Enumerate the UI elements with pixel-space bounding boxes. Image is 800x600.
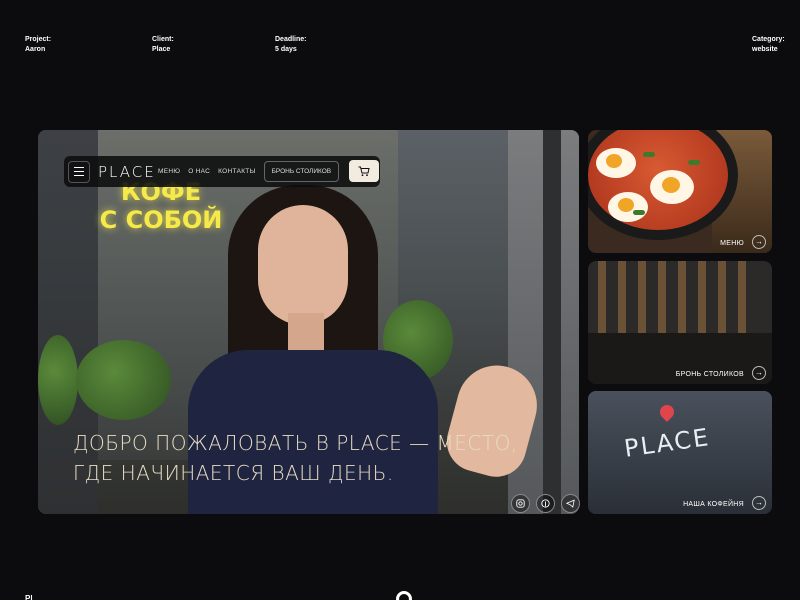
instagram-icon[interactable] xyxy=(511,494,530,513)
cart-icon[interactable] xyxy=(349,160,379,182)
wall-slat xyxy=(678,261,686,341)
book-table-button[interactable]: БРОНЬ СТОЛИКОВ xyxy=(263,161,340,182)
wall-slat xyxy=(718,261,726,341)
meta-deadline-value: 5 days xyxy=(275,45,297,53)
top-nav: PLACE МЕНЮ О НАС КОНТАКТЫ БРОНЬ СТОЛИКОВ xyxy=(64,156,380,187)
meta-category-value: website xyxy=(752,45,778,53)
nav-link-about[interactable]: О НАС xyxy=(188,168,210,175)
card-booking[interactable]: БРОНЬ СТОЛИКОВ → xyxy=(588,261,772,384)
herb xyxy=(633,210,645,215)
footer-circle-icon xyxy=(396,591,412,600)
herb xyxy=(688,160,700,165)
meta-category: Category: website xyxy=(752,35,785,54)
wall-slat xyxy=(698,261,706,341)
person-neck xyxy=(288,313,324,353)
footer-text: Pl xyxy=(25,594,33,600)
pinterest-icon[interactable] xyxy=(536,494,555,513)
telegram-icon[interactable] xyxy=(561,494,580,513)
wall-slat xyxy=(738,261,746,341)
card-booking-label: БРОНЬ СТОЛИКОВ xyxy=(675,371,744,378)
meta-client-label: Client: xyxy=(152,36,174,43)
wall-slat xyxy=(598,261,606,341)
meta-project-label: Project: xyxy=(25,36,52,43)
hero-plant-left xyxy=(38,335,78,425)
hero-headline: ДОБРО ПОЖАЛОВАТЬ В PLACE — МЕСТО, ГДЕ НА… xyxy=(73,428,553,488)
meta-deadline-label: Deadline: xyxy=(275,36,307,43)
wall-slat xyxy=(618,261,626,341)
arrow-right-icon[interactable]: → xyxy=(752,366,766,380)
meta-client: Client: Place xyxy=(152,35,174,54)
hero-headline-line-1: ДОБРО ПОЖАЛОВАТЬ В PLACE — МЕСТО, xyxy=(73,431,518,455)
card-menu-label: МЕНЮ xyxy=(720,240,744,247)
yolk-1 xyxy=(606,154,622,168)
yolk-2 xyxy=(662,177,680,193)
wall-slat xyxy=(638,261,646,341)
meta-category-label: Category: xyxy=(752,36,785,43)
card-coffeeshop[interactable]: PLACE НАША КОФЕЙНЯ → xyxy=(588,391,772,514)
arrow-right-icon[interactable]: → xyxy=(752,496,766,510)
meta-project: Project: Aaron xyxy=(25,35,51,54)
menu-burger-icon[interactable] xyxy=(68,160,90,183)
yolk-3 xyxy=(618,198,634,212)
hero-headline-line-2: ГДЕ НАЧИНАЕТСЯ ВАШ ДЕНЬ. xyxy=(73,461,394,485)
card-coffeeshop-label: НАША КОФЕЙНЯ xyxy=(683,501,744,508)
nav-link-menu[interactable]: МЕНЮ xyxy=(158,168,180,175)
herb xyxy=(643,152,655,157)
logo[interactable]: PLACE xyxy=(98,163,154,181)
card-menu[interactable]: МЕНЮ → xyxy=(588,130,772,253)
arrow-right-icon[interactable]: → xyxy=(752,235,766,249)
nav-link-contacts[interactable]: КОНТАКТЫ xyxy=(218,168,255,175)
meta-client-value: Place xyxy=(152,45,171,53)
hero-plant-mid xyxy=(76,340,171,420)
meta-project-value: Aaron xyxy=(25,45,46,53)
meta-deadline: Deadline: 5 days xyxy=(275,35,307,54)
social-links xyxy=(511,494,580,513)
person-face xyxy=(258,205,348,325)
wall-slat xyxy=(658,261,666,341)
